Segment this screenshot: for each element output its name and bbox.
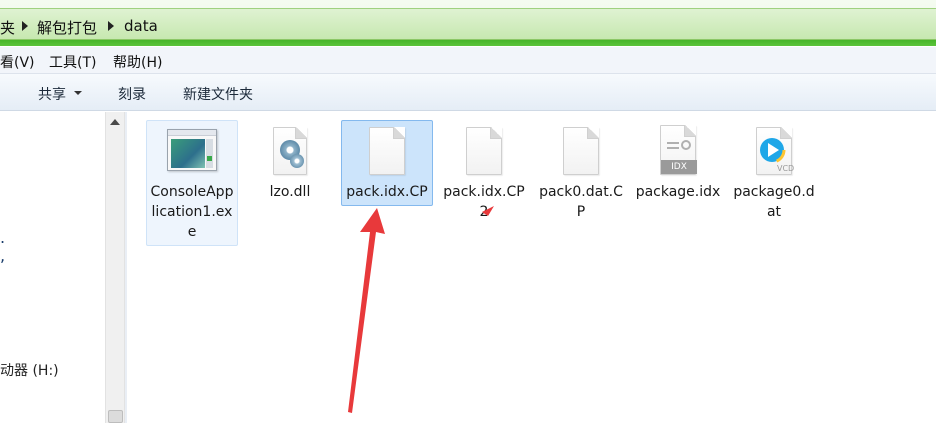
file-name: package.idx bbox=[635, 184, 721, 200]
file-list-area[interactable]: ConsoleApplication1.exe lzo.dll pack.idx… bbox=[127, 112, 936, 423]
nav-drive-item[interactable]: 动器 (H:) bbox=[0, 360, 59, 380]
idx-badge: IDX bbox=[661, 160, 697, 174]
navigation-pane[interactable]: . , 动器 (H:) bbox=[0, 112, 105, 423]
file-name: pack.idx.CP bbox=[346, 184, 428, 200]
menu-bar: 看(V) 工具(T) 帮助(H) bbox=[0, 47, 936, 74]
file-item[interactable]: ConsoleApplication1.exe bbox=[146, 120, 238, 246]
vcd-badge: VCD bbox=[777, 164, 795, 173]
file-item[interactable]: lzo.dll bbox=[244, 120, 336, 206]
nav-fragment-mark: , bbox=[0, 246, 6, 265]
file-item[interactable]: IDX package.idx bbox=[632, 120, 724, 206]
blank-file-icon bbox=[551, 125, 611, 181]
share-button[interactable]: 共享 bbox=[38, 84, 66, 104]
file-name: pack.idx.CP2 bbox=[443, 184, 525, 220]
file-item[interactable]: VCD package0.dat bbox=[728, 120, 820, 226]
idx-file-icon: IDX bbox=[648, 125, 708, 181]
address-bar[interactable]: 夹 解包打包 data bbox=[0, 0, 936, 46]
address-progress-glow bbox=[0, 40, 936, 46]
menu-help[interactable]: 帮助(H) bbox=[113, 52, 162, 72]
command-toolbar: 共享 刻录 新建文件夹 bbox=[0, 74, 936, 111]
file-item[interactable]: pack.idx.CP2 bbox=[438, 120, 530, 226]
blank-file-icon bbox=[454, 125, 514, 181]
breadcrumb-separator-icon[interactable] bbox=[22, 21, 28, 31]
burn-button[interactable]: 刻录 bbox=[118, 84, 146, 104]
file-name: lzo.dll bbox=[269, 184, 311, 200]
nav-scrollbar[interactable] bbox=[105, 112, 125, 423]
breadcrumb-parent[interactable]: 夹 bbox=[0, 17, 15, 38]
new-folder-button[interactable]: 新建文件夹 bbox=[183, 84, 253, 104]
dll-icon bbox=[260, 125, 320, 181]
breadcrumb-separator-icon[interactable] bbox=[108, 21, 114, 31]
exe-icon bbox=[162, 125, 222, 181]
breadcrumb-unpack[interactable]: 解包打包 bbox=[37, 17, 97, 38]
file-name: pack0.dat.CP bbox=[539, 184, 623, 220]
vcd-file-icon: VCD bbox=[744, 125, 804, 181]
scroll-thumb[interactable] bbox=[108, 410, 123, 423]
blank-file-icon bbox=[357, 125, 417, 181]
file-name: package0.dat bbox=[733, 184, 815, 220]
menu-tools[interactable]: 工具(T) bbox=[49, 52, 96, 72]
file-item[interactable]: pack0.dat.CP bbox=[535, 120, 627, 226]
scroll-up-arrow-icon[interactable] bbox=[110, 119, 120, 125]
menu-view[interactable]: 看(V) bbox=[0, 52, 35, 72]
nav-fragment-mark: . bbox=[0, 228, 6, 247]
breadcrumb-data[interactable]: data bbox=[124, 17, 158, 35]
file-name: ConsoleApplication1.exe bbox=[150, 184, 234, 240]
chevron-down-icon[interactable] bbox=[74, 91, 82, 95]
file-item-selected[interactable]: pack.idx.CP bbox=[341, 120, 433, 206]
